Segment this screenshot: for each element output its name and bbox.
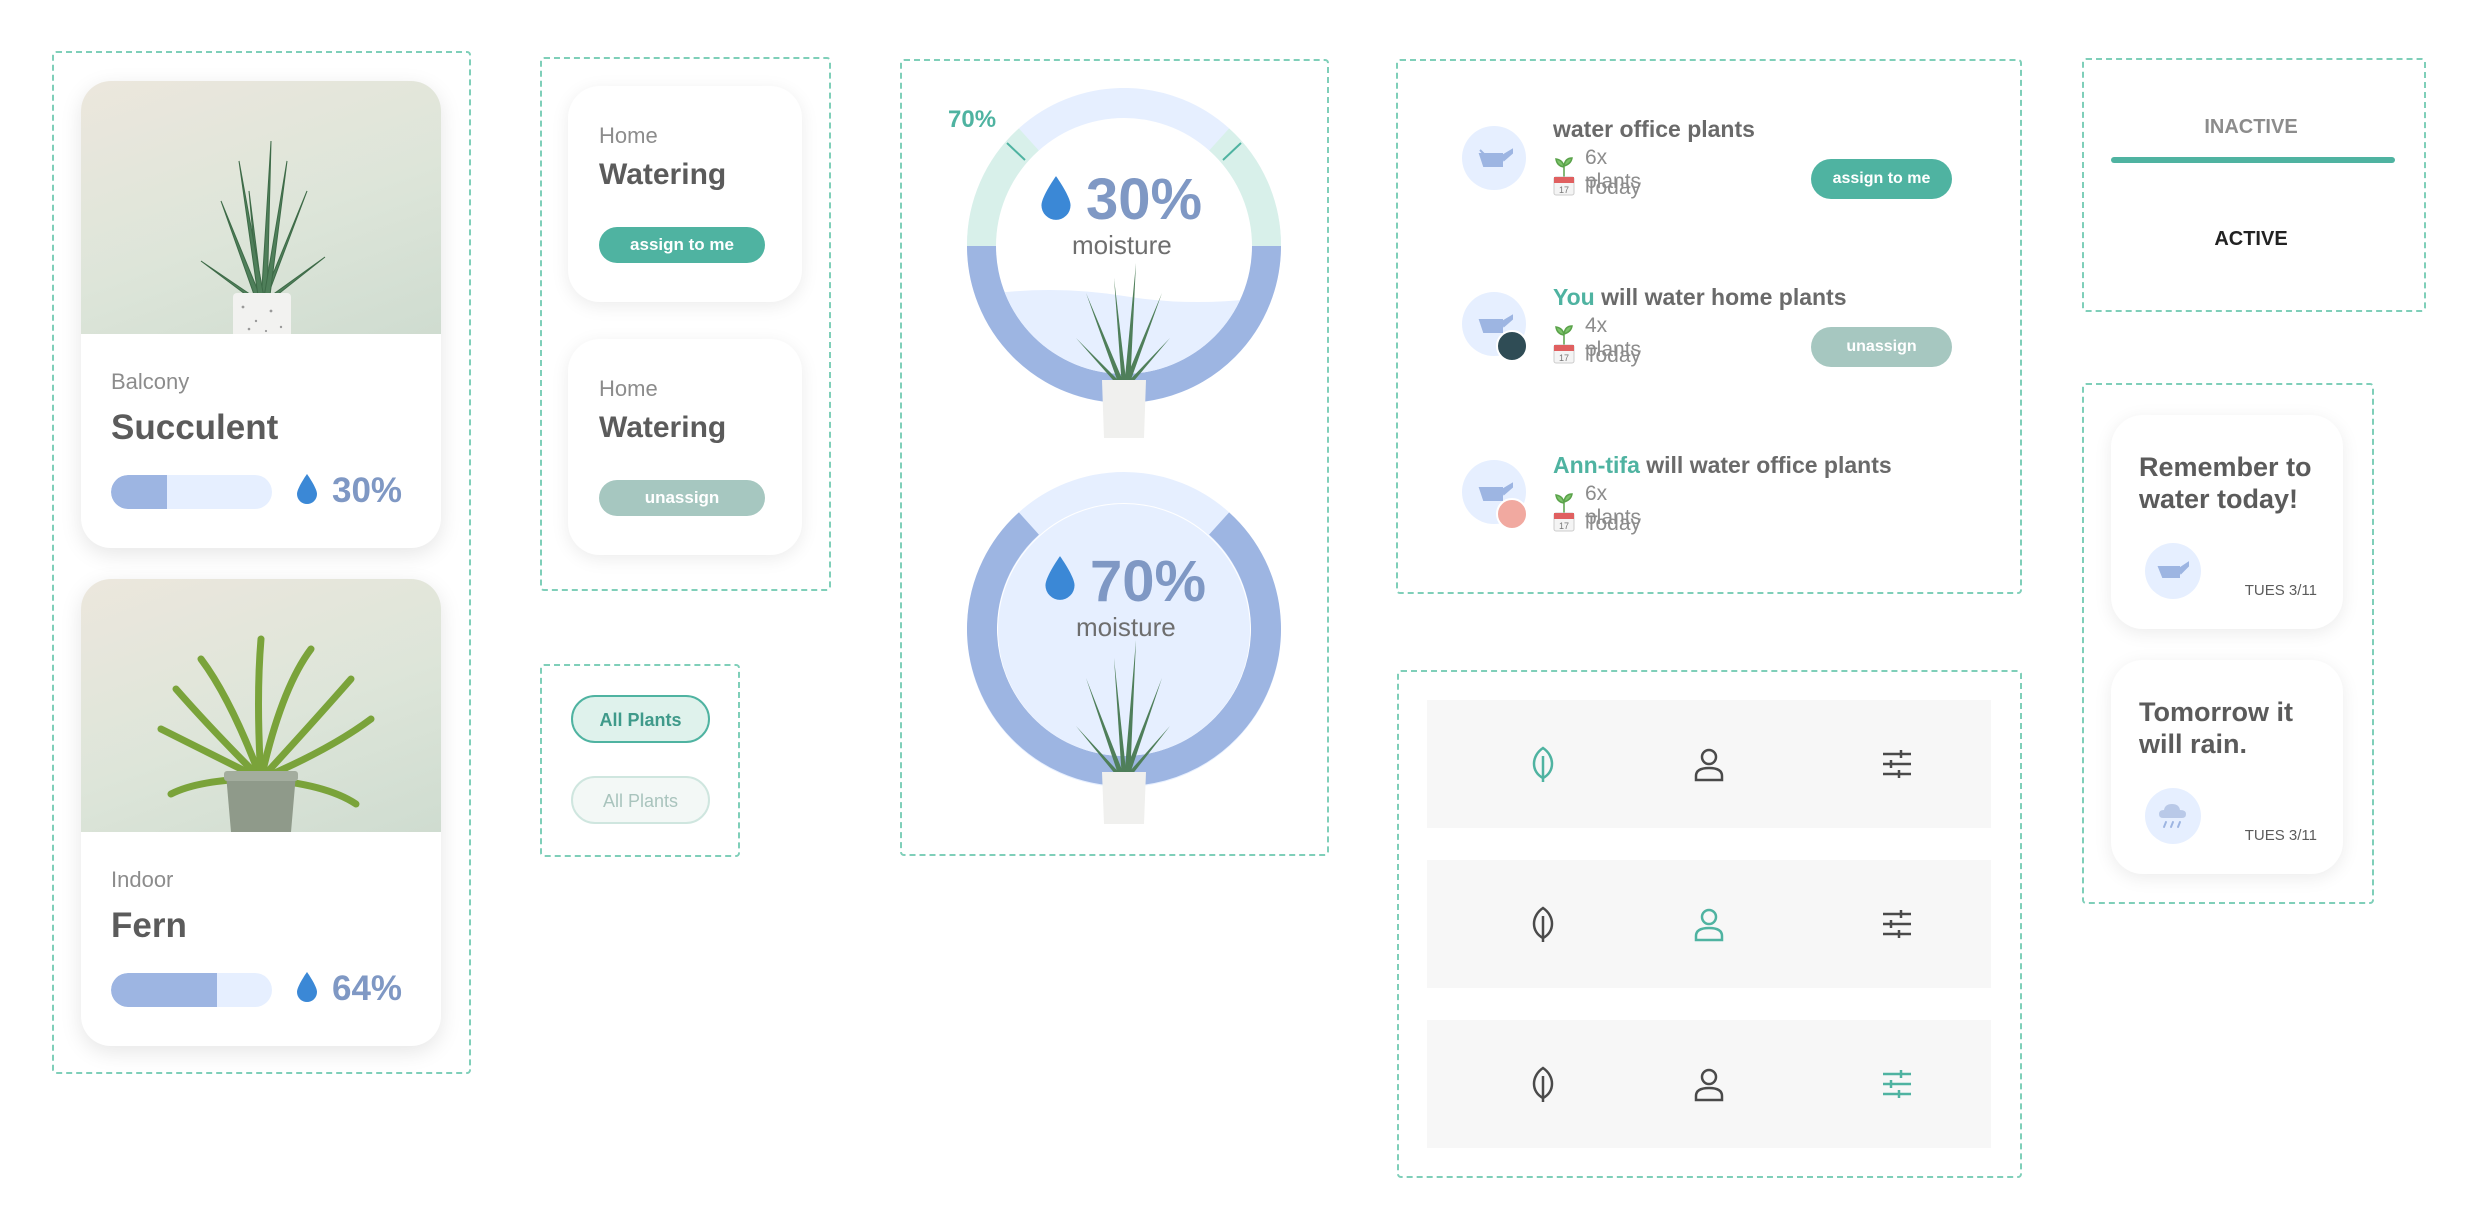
assign-to-me-button[interactable]: assign to me: [599, 227, 765, 263]
task-assignee: Ann-tifa: [1553, 452, 1640, 478]
watering-room: Home: [599, 376, 658, 401]
plant-card-succulent[interactable]: Balcony Succulent 30%: [81, 81, 441, 548]
watering-card-unassign[interactable]: Home Watering unassign: [568, 339, 802, 555]
plant-name: Fern: [111, 906, 187, 945]
task-text: will water office plants: [1639, 452, 1892, 478]
person-icon[interactable]: [1689, 904, 1729, 944]
reminder-message: Tomorrow it will rain.: [2139, 697, 2293, 759]
task-text: water office plants: [1553, 116, 1755, 142]
unassign-button[interactable]: unassign: [1811, 327, 1952, 367]
all-plants-chip-inactive[interactable]: All Plants: [571, 776, 710, 824]
tabs-frame: [2082, 58, 2426, 312]
leaf-icon[interactable]: [1523, 904, 1563, 944]
gauge-label: moisture: [1076, 612, 1176, 642]
water-drop-icon: [296, 971, 318, 1008]
bottom-nav-settings-selected: [1427, 1020, 1991, 1148]
plant-card-fern[interactable]: Indoor Fern 64%: [81, 579, 441, 1046]
reminder-card[interactable]: Remember to water today! TUES 3/11: [2111, 415, 2343, 629]
unassign-button[interactable]: unassign: [599, 480, 765, 516]
moisture-percent: 64%: [332, 969, 403, 1008]
calendar-icon: 17: [1553, 342, 1575, 370]
task-date: Today: [1585, 512, 1642, 535]
moisture-gauge-30: 70% 30% moisture: [948, 88, 1284, 448]
all-plants-chip-active[interactable]: All Plants: [571, 695, 710, 743]
task-date: Today: [1585, 176, 1642, 199]
reminder-date: TUES 3/11: [2244, 582, 2317, 599]
calendar-icon: 17: [1553, 510, 1575, 538]
watering-can-icon: [2145, 543, 2201, 599]
gauge-percent: 70%: [1090, 549, 1207, 614]
svg-text:17: 17: [1559, 353, 1569, 363]
task-title: Ann-tifa will water office plants: [1553, 452, 1892, 479]
target-moisture-label: 70%: [948, 106, 997, 133]
reminder-message: Remember to water today!: [2139, 452, 2312, 514]
chips-frame: [540, 664, 740, 857]
moisture-bar-fill: [111, 475, 168, 509]
task-assignee: You: [1553, 284, 1595, 310]
watering-room: Home: [599, 123, 658, 148]
reminder-card[interactable]: Tomorrow it will rain. TUES 3/11: [2111, 660, 2343, 874]
tab-indicator: [2111, 157, 2395, 163]
person-icon[interactable]: [1689, 744, 1729, 784]
moisture-gauge-70: 70% moisture: [964, 468, 1284, 828]
svg-text:17: 17: [1559, 185, 1569, 195]
reminder-date: TUES 3/11: [2244, 827, 2317, 844]
task-title: You will water home plants: [1553, 284, 1847, 311]
plant-name: Succulent: [111, 408, 279, 447]
user-avatar: [1496, 330, 1528, 362]
person-icon[interactable]: [1689, 1064, 1729, 1104]
sliders-icon[interactable]: [1877, 744, 1917, 784]
task-text: will water home plants: [1594, 284, 1847, 310]
watering-title: Watering: [599, 411, 727, 444]
watering-can-icon: [1462, 126, 1526, 190]
tab-active[interactable]: ACTIVE: [2111, 228, 2391, 251]
sliders-icon[interactable]: [1877, 904, 1917, 944]
bottom-nav-profile-selected: [1427, 860, 1991, 988]
watering-title: Watering: [599, 158, 727, 191]
assign-to-me-button[interactable]: assign to me: [1811, 159, 1952, 199]
water-drop-icon: [1044, 554, 1076, 607]
rain-cloud-icon: [2145, 788, 2201, 844]
calendar-icon: 17: [1553, 174, 1575, 202]
tab-inactive[interactable]: INACTIVE: [2111, 116, 2391, 139]
task-title: water office plants: [1553, 116, 1755, 143]
moisture-bar: [111, 475, 272, 509]
plant-room: Indoor: [111, 867, 174, 892]
task-date: Today: [1585, 344, 1642, 367]
user-avatar: [1496, 498, 1528, 530]
moisture-percent: 30%: [332, 471, 403, 510]
gauge-label: moisture: [1072, 230, 1172, 260]
sliders-icon[interactable]: [1877, 1064, 1917, 1104]
bottom-nav-plants-selected: [1427, 700, 1991, 828]
watering-card-assign[interactable]: Home Watering assign to me: [568, 86, 802, 302]
water-drop-icon: [296, 473, 318, 510]
moisture-bar-fill: [111, 973, 218, 1007]
fern-photo: [81, 579, 441, 832]
svg-text:17: 17: [1559, 521, 1569, 531]
gauge-percent: 30%: [1086, 167, 1203, 232]
succulent-photo: [81, 81, 441, 338]
plant-room: Balcony: [111, 369, 190, 394]
leaf-icon[interactable]: [1523, 744, 1563, 784]
water-drop-icon: [1040, 174, 1072, 227]
moisture-bar: [111, 973, 272, 1007]
leaf-icon[interactable]: [1523, 1064, 1563, 1104]
